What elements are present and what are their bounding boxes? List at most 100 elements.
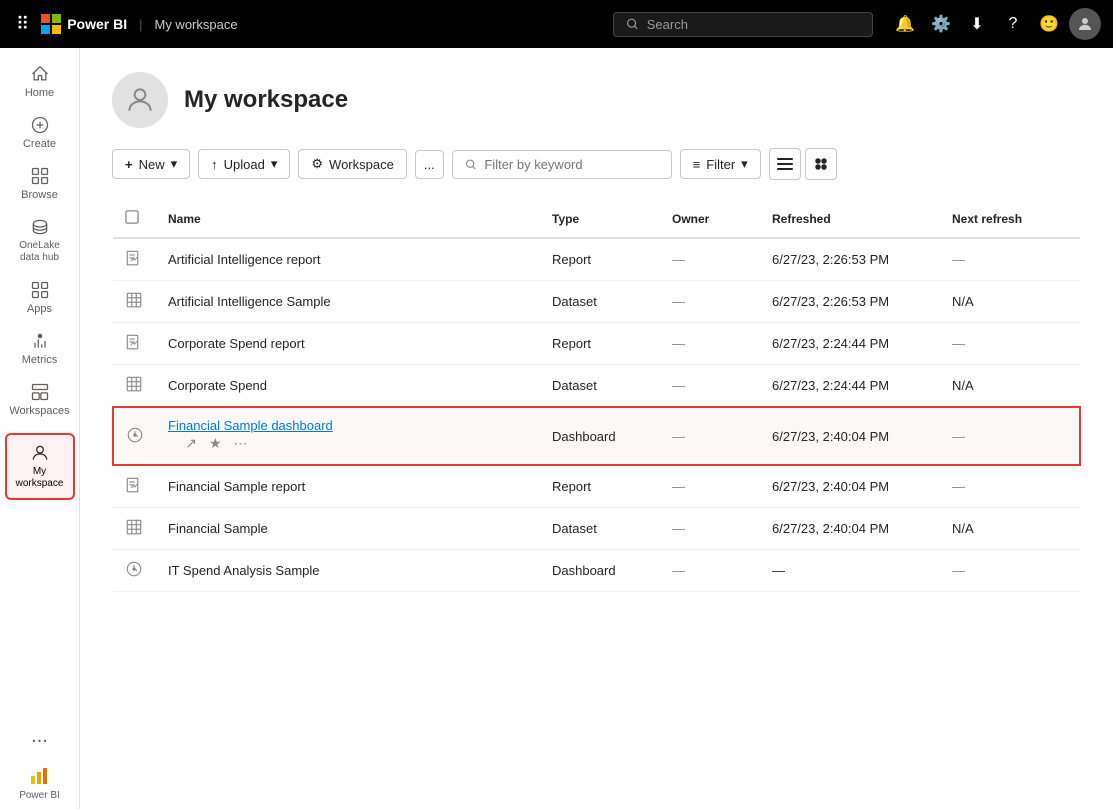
col-header-refreshed: Refreshed (760, 200, 940, 238)
workspace-label: Workspace (329, 157, 394, 172)
sidebar-browse-label: Browse (21, 189, 58, 201)
workspace-more-icon: ... (424, 157, 435, 172)
download-icon[interactable]: ⬇ (961, 8, 993, 40)
row-type-cell: Report (540, 465, 660, 508)
row-icon-cell (113, 238, 156, 281)
filter-input[interactable] (484, 157, 658, 172)
sidebar-item-onelake[interactable]: OneLakedata hub (5, 209, 75, 272)
upload-chevron: ▾ (271, 156, 278, 172)
filter-input-wrapper[interactable] (452, 150, 672, 179)
col-header-owner: Owner (660, 200, 760, 238)
page-header: My workspace (112, 72, 1081, 128)
sidebar-item-workspaces[interactable]: Workspaces (5, 374, 75, 425)
help-icon[interactable]: ? (997, 8, 1029, 40)
user-avatar[interactable] (1069, 8, 1101, 40)
row-nextrefresh-cell: N/A (940, 281, 1080, 323)
home-icon (30, 64, 50, 84)
row-nextrefresh-cell: N/A (940, 365, 1080, 408)
search-input[interactable] (647, 17, 860, 32)
grid-view-button[interactable] (805, 148, 837, 180)
onelake-icon (30, 217, 50, 237)
grid-view-icon (813, 156, 829, 172)
more-icon[interactable]: ⋯ (232, 433, 250, 454)
col-header-nextrefresh: Next refresh (940, 200, 1080, 238)
view-toggle (769, 148, 837, 180)
sidebar-apps-label: Apps (27, 303, 52, 315)
sidebar-item-apps[interactable]: Apps (5, 272, 75, 323)
favorite-icon[interactable]: ★ (207, 433, 224, 454)
brand-name: Power BI (67, 16, 127, 32)
table-row: Artificial Intelligence Sample Dataset —… (113, 281, 1080, 323)
settings-icon[interactable]: ⚙️ (925, 8, 957, 40)
nav-separator: | (139, 17, 142, 32)
sidebar-myworkspace-label: Myworkspace (16, 466, 64, 490)
row-icon-cell (113, 365, 156, 408)
create-icon (30, 115, 50, 135)
sidebar-item-browse[interactable]: Browse (5, 158, 75, 209)
waffle-menu[interactable]: ⠿ (12, 10, 33, 39)
row-nextrefresh-cell: — (940, 550, 1080, 592)
sidebar-metrics-label: Metrics (22, 354, 57, 366)
browse-icon (30, 166, 50, 186)
sidebar-item-home[interactable]: Home (5, 56, 75, 107)
feedback-icon[interactable]: 🙂 (1033, 8, 1065, 40)
report-icon (125, 476, 143, 494)
dataset-icon (125, 375, 143, 393)
row-name-cell: IT Spend Analysis Sample (156, 550, 540, 592)
row-icon-cell (113, 281, 156, 323)
table-row: Artificial Intelligence report Report — … (113, 238, 1080, 281)
list-view-button[interactable] (769, 148, 801, 180)
dataset-icon (125, 518, 143, 536)
row-owner-cell: — (660, 407, 760, 465)
sidebar-item-myworkspace[interactable]: Myworkspace (5, 433, 75, 500)
table-row: IT Spend Analysis Sample Dashboard — — — (113, 550, 1080, 592)
search-bar[interactable] (613, 12, 873, 37)
item-name-link[interactable]: Financial Sample dashboard (168, 418, 333, 433)
items-table: Name Type Owner Refreshed Next refresh A… (112, 200, 1081, 592)
upload-icon: ↑ (211, 157, 218, 172)
table-row: Financial Sample report Report — 6/27/23… (113, 465, 1080, 508)
share-icon[interactable]: ↗ (183, 433, 199, 454)
powerbi-icon (27, 764, 51, 788)
row-owner-cell: — (660, 281, 760, 323)
row-name-cell: Financial Sample dashboard ↗ ★ ⋯ (156, 407, 540, 465)
list-view-icon (777, 156, 793, 172)
sidebar-item-create[interactable]: Create (5, 107, 75, 158)
new-button[interactable]: + New ▾ (112, 149, 190, 179)
workspace-more-button[interactable]: ... (415, 150, 444, 179)
row-type-cell: Report (540, 323, 660, 365)
row-name-cell: Corporate Spend (156, 365, 540, 408)
upload-button[interactable]: ↑ Upload ▾ (198, 149, 290, 179)
sidebar-more[interactable]: ... (23, 717, 56, 756)
row-owner-cell: — (660, 323, 760, 365)
row-nextrefresh-cell: — (940, 465, 1080, 508)
row-owner-cell: — (660, 465, 760, 508)
dataset-icon (125, 291, 143, 309)
row-refreshed-cell: 6/27/23, 2:26:53 PM (760, 281, 940, 323)
microsoft-logo: Power BI (41, 14, 127, 34)
filter-lines-icon: ≡ (693, 157, 701, 172)
row-name-cell: Financial Sample (156, 508, 540, 550)
dashboard-icon (126, 426, 144, 444)
row-name-cell: Corporate Spend report (156, 323, 540, 365)
nav-icons: 🔔 ⚙️ ⬇ ? 🙂 (889, 8, 1101, 40)
new-label: New (139, 157, 165, 172)
sidebar-create-label: Create (23, 138, 56, 150)
sidebar: Home Create Browse OneLakedata hub Apps (0, 48, 80, 809)
row-nextrefresh-cell: — (940, 323, 1080, 365)
sidebar-item-metrics[interactable]: Metrics (5, 323, 75, 374)
page-title: My workspace (184, 86, 348, 114)
col-header-icon[interactable] (113, 200, 156, 238)
row-nextrefresh-cell: — (940, 407, 1080, 465)
notification-icon[interactable]: 🔔 (889, 8, 921, 40)
powerbi-label: Power BI (19, 790, 60, 801)
col-header-name[interactable]: Name (156, 200, 540, 238)
row-type-cell: Dashboard (540, 407, 660, 465)
sort-icon (125, 210, 139, 224)
row-owner-cell: — (660, 508, 760, 550)
filter-button[interactable]: ≡ Filter ▾ (680, 149, 761, 179)
row-type-cell: Dashboard (540, 550, 660, 592)
workspace-button[interactable]: ⚙ Workspace (298, 149, 406, 179)
item-name: Artificial Intelligence report (168, 252, 320, 267)
sidebar-home-label: Home (25, 87, 54, 99)
